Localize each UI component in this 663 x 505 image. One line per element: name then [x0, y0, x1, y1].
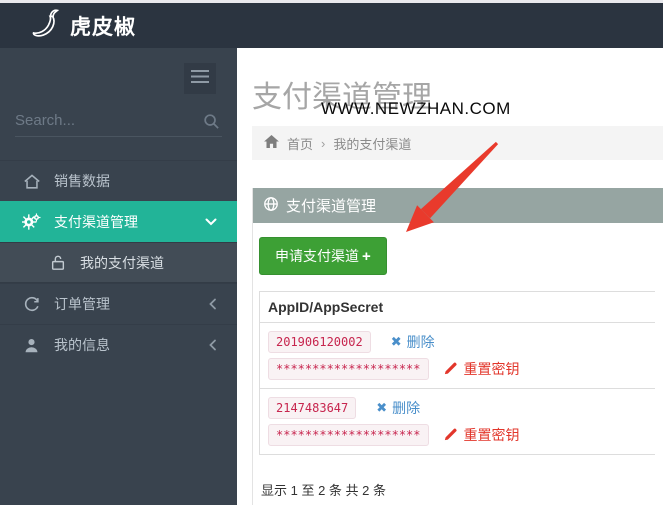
apply-payment-channel-button[interactable]: 申请支付渠道 + — [259, 237, 387, 275]
top-navbar: 虎皮椒 — [0, 3, 663, 48]
brand-title: 虎皮椒 — [70, 11, 136, 41]
reset-secret-link[interactable]: 重置密钥 — [444, 359, 520, 379]
reset-secret-link[interactable]: 重置密钥 — [444, 425, 520, 445]
user-icon — [22, 337, 41, 354]
reset-label: 重置密钥 — [464, 359, 520, 379]
app-id-value: 201906120002 — [268, 331, 371, 353]
sidebar-item-label: 我的信息 — [54, 335, 196, 355]
delete-label: 删除 — [407, 332, 435, 352]
search-input[interactable] — [15, 112, 222, 129]
sidebar-item-label: 支付渠道管理 — [54, 212, 192, 232]
delete-x-icon: ✖ — [376, 400, 387, 416]
payment-channel-panel: 支付渠道管理 申请支付渠道 + AppID/AppSecret — [252, 188, 663, 505]
watermark-text: WWW.NEWZHAN.COM — [321, 99, 511, 119]
sidebar-item-label: 订单管理 — [54, 294, 196, 314]
pencil-icon — [444, 361, 458, 378]
brand-logo[interactable]: 虎皮椒 — [28, 7, 136, 44]
credentials-table: AppID/AppSecret 201906120002 ✖ 删除 — [259, 291, 655, 455]
breadcrumb-separator: › — [321, 136, 325, 151]
sidebar-item-label: 销售数据 — [54, 171, 217, 191]
lock-icon — [48, 254, 67, 271]
sidebar-item-label: 我的支付渠道 — [80, 253, 217, 273]
plus-icon: + — [362, 248, 371, 265]
sidebar-item-my-info[interactable]: 我的信息 — [0, 324, 237, 365]
sidebar-menu: 销售数据 支付渠道管理 — [0, 160, 237, 365]
home-icon — [22, 173, 41, 190]
recycle-icon — [22, 295, 41, 313]
sidebar-item-order-management[interactable]: 订单管理 — [0, 283, 237, 324]
sidebar-search — [15, 112, 222, 137]
chevron-left-icon — [209, 339, 217, 351]
sidebar-item-sales-data[interactable]: 销售数据 — [0, 160, 237, 201]
pencil-icon — [444, 427, 458, 444]
delete-link[interactable]: ✖ 删除 — [376, 398, 420, 418]
panel-body: 申请支付渠道 + AppID/AppSecret 2019061200 — [253, 223, 663, 505]
table-row: 2147483647 ✖ 删除 ******************** — [260, 389, 656, 455]
apply-button-label: 申请支付渠道 — [275, 246, 359, 266]
home-icon — [264, 135, 279, 151]
app-id-value: 2147483647 — [268, 397, 356, 419]
gears-icon — [22, 213, 41, 231]
delete-x-icon: ✖ — [391, 334, 402, 350]
panel-title: 支付渠道管理 — [286, 195, 376, 216]
table-header-appid-appsecret: AppID/AppSecret — [260, 292, 656, 323]
app-secret-value: ******************** — [268, 424, 429, 446]
main-content: 支付渠道管理 WWW.NEWZHAN.COM 首页 › 我的支付渠道 — [237, 48, 663, 505]
breadcrumb: 首页 › 我的支付渠道 — [252, 126, 663, 160]
chevron-left-icon — [209, 298, 217, 310]
chili-pepper-icon — [28, 7, 62, 44]
table-info-text: 显示 1 至 2 条 共 2 条 — [261, 480, 655, 505]
sidebar-item-my-payment-channels[interactable]: 我的支付渠道 — [0, 242, 237, 283]
search-icon[interactable] — [203, 113, 220, 133]
delete-label: 删除 — [392, 398, 420, 418]
sidebar-toggle-button[interactable] — [184, 63, 216, 94]
panel-header: 支付渠道管理 — [253, 188, 663, 223]
globe-icon — [263, 196, 279, 216]
reset-label: 重置密钥 — [464, 425, 520, 445]
breadcrumb-current: 我的支付渠道 — [333, 134, 411, 153]
table-row: 201906120002 ✖ 删除 ******************** — [260, 323, 656, 389]
app-secret-value: ******************** — [268, 358, 429, 380]
sidebar: 销售数据 支付渠道管理 — [0, 48, 237, 505]
sidebar-item-payment-channel-management[interactable]: 支付渠道管理 — [0, 201, 237, 242]
delete-link[interactable]: ✖ 删除 — [391, 332, 435, 352]
chevron-down-icon — [205, 218, 217, 226]
breadcrumb-home-link[interactable]: 首页 — [287, 134, 313, 153]
hamburger-icon — [191, 70, 209, 87]
